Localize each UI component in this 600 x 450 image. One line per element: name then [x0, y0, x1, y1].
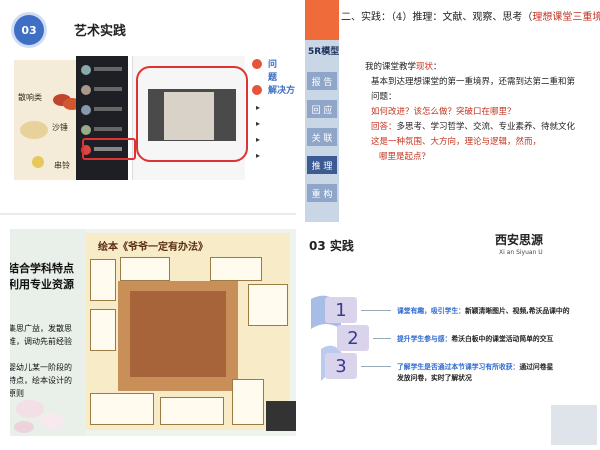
picture-book-panel: 结合学科特点 利用专业资源 集思广益，发散思 维，调动先前经验 婴幼儿某一阶段的…: [10, 229, 296, 436]
story-text-box: [232, 379, 264, 425]
text-line: 集思广益，发散思: [10, 324, 72, 333]
story-text-box: [120, 257, 170, 281]
heading-line: 结合学科特点: [10, 262, 74, 275]
arrow-icon: ▸: [256, 103, 261, 112]
instrument-label-2: 沙锤: [52, 123, 68, 132]
sidebar-title: 5R模型: [308, 47, 340, 57]
item-number-3: 3: [325, 353, 357, 379]
body-line: 哪里是起点？: [379, 152, 431, 162]
book-title: 绘本《爷爷一定有办法》: [98, 242, 208, 253]
heading-highlight: 理想课堂三重境: [532, 12, 600, 23]
body-line: 基本到达理想课堂的第一重境界，还需到达第二重和第: [371, 77, 576, 87]
five-r-model-panel: 5R模型 报 告 回 应 关 联 推 理 重 构 二、实践：（4）推理：文献、观…: [305, 0, 600, 222]
story-text-box: [90, 309, 116, 351]
arrow-icon: ▸: [256, 135, 261, 144]
slide-heading: 二、实践：（4）推理：文献、观察、思考（理想课堂三重境: [341, 8, 600, 23]
university-logo-subtitle: Xi an Siyuan U: [499, 249, 543, 256]
text-line: 维，调动先前经验: [10, 337, 72, 346]
arrow-icon: ▸: [256, 119, 261, 128]
sidebar-item-relate[interactable]: 关 联: [307, 128, 337, 146]
panel-title: 03 实践: [309, 239, 354, 253]
body-line: 问题：: [371, 92, 397, 102]
problem-label: 问题: [268, 60, 278, 83]
art-practice-panel: 03 艺术实践 散响类 沙锤 串铃 问题 解决方 ▸ ▸ ▸ ▸: [0, 0, 296, 215]
slide-body: 我的课堂教学现状： 基本到达理想课堂的第一重境界，还需到达第二重和第 问题： 如…: [365, 60, 600, 165]
item-number-1: 1: [325, 297, 357, 323]
heading-line: 利用专业资源: [10, 278, 74, 291]
arrow-icon: ▸: [256, 151, 261, 160]
webcam-thumbnail: [266, 401, 296, 431]
instrument-label-1: 散响类: [18, 93, 42, 102]
sidebar-item-reason[interactable]: 推 理: [307, 156, 337, 174]
text-spacer: [10, 348, 72, 361]
item-number-2: 2: [337, 325, 369, 351]
sidebar-item-report[interactable]: 报 告: [307, 72, 337, 90]
instrument-label-3: 串铃: [54, 161, 70, 170]
panel-title: 艺术实践: [74, 24, 127, 39]
story-text-box: [248, 284, 288, 326]
practice-item-3: 了解学生是否通过本节课学习有所收获：通过问卷星: [397, 363, 554, 371]
text-line: 婴幼儿某一阶段的: [10, 363, 72, 372]
practice-item-1: 课堂有趣，吸引学生：新颖清晰图片、视频,希沃品课中的: [397, 307, 570, 315]
body-line: 我的课堂教学现状：: [365, 62, 442, 72]
practice-item-2: 提升学生参与感：希沃白板中的课堂活动简单的交互: [397, 335, 554, 343]
magnolia-flowers: [14, 400, 64, 433]
body-line: 这是一种氛围、大方向，理论与逻辑，然而，: [371, 137, 542, 147]
body-line: 回答：多思考、学习哲学、交流、专业素养、待就文化: [371, 122, 576, 132]
connector-line: [361, 366, 391, 367]
university-logo: 西安思源: [495, 233, 544, 247]
sidebar-accent: [305, 0, 339, 40]
body-line: 如何改进？该怎么做？突破口在哪里？: [371, 107, 516, 117]
sidebar-item-respond[interactable]: 回 应: [307, 100, 337, 118]
heading-text: 二、实践：（4）推理：文献、观察、思考（: [341, 12, 533, 23]
solution-label: 解决方: [268, 86, 296, 96]
solution-icon: [252, 85, 262, 95]
story-text-box: [210, 257, 262, 281]
story-text-box: [160, 397, 224, 425]
connector-line: [361, 310, 391, 311]
practice-panel: 03 实践 西安思源 Xi an Siyuan U 1 课堂有趣，吸引学生：新颖…: [305, 229, 600, 450]
connector-line: [373, 338, 391, 339]
story-text-box: [90, 393, 154, 425]
sidebar-item-reconstruct[interactable]: 重 构: [307, 184, 337, 202]
panel-heading: 结合学科特点 利用专业资源: [10, 261, 74, 293]
chat-list-screenshot: [76, 56, 128, 180]
problem-icon: [252, 59, 262, 69]
webcam-thumbnail: [551, 405, 597, 445]
highlight-circle: [136, 66, 248, 162]
book-illustration-detail: [130, 291, 226, 377]
practice-item-3-continued: 发放问卷，实时了解状况: [397, 374, 472, 382]
section-badge: 03: [14, 15, 44, 45]
story-text-box: [90, 259, 116, 301]
highlight-box: [82, 138, 136, 160]
